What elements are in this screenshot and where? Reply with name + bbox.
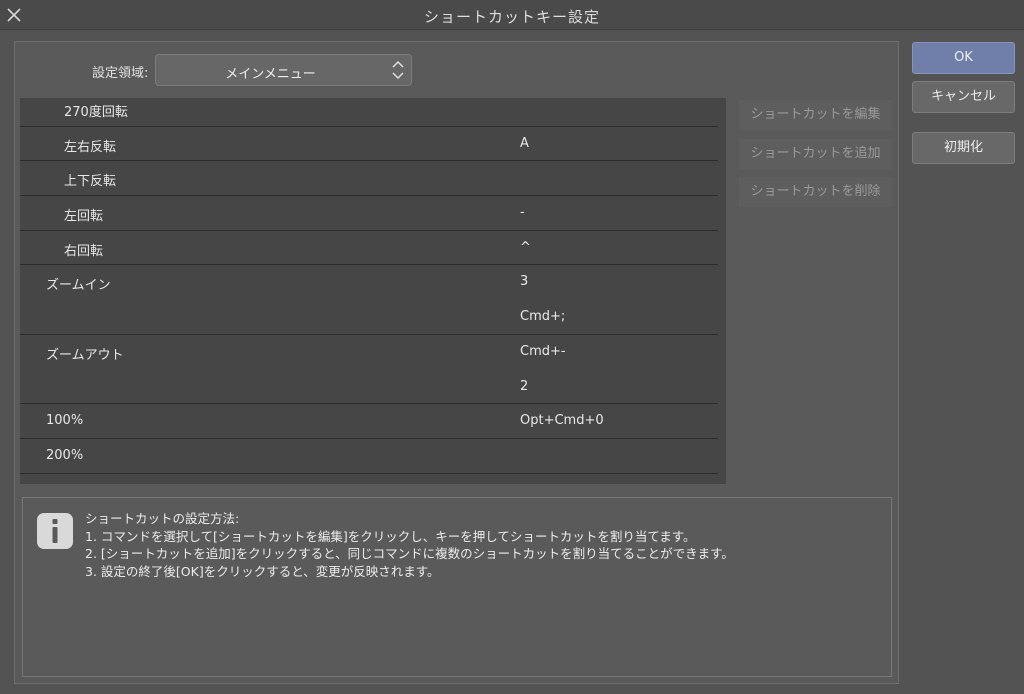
help-line: 3. 設定の終了後[OK]をクリックすると、変更が反映されます。 [85, 563, 440, 579]
cancel-button[interactable]: キャンセル [912, 81, 1015, 113]
ok-button[interactable]: OK [912, 42, 1015, 74]
info-icon [37, 513, 73, 549]
edit-shortcut-button[interactable]: ショートカットを編集 [739, 100, 892, 130]
table-row[interactable]: 左回転 - [20, 196, 718, 231]
command-name: 全体表示 [46, 483, 98, 484]
command-name: 270度回転 [64, 105, 128, 120]
table-row[interactable]: Cmd+; [20, 300, 718, 335]
shortcut-list[interactable]: 270度回転 左右反転 A 上下反転左回転 - 右回転 ^ ズームイン 3 Cmd+; ズームアウト… [20, 98, 726, 484]
table-row[interactable]: 右回転 ^ [20, 231, 718, 266]
command-name: 左回転 [64, 209, 104, 225]
shortcut-key: Cmd+; [520, 309, 566, 325]
reset-button[interactable]: 初期化 [912, 132, 1015, 164]
command-name: ズームアウト [46, 347, 124, 363]
command-name: 200% [46, 447, 84, 463]
shortcut-key: Cmd+- [520, 343, 566, 359]
table-row[interactable]: 270度回転 [20, 98, 718, 127]
window-title: ショートカットキー設定 [423, 8, 600, 26]
command-name: 左右反転 [64, 139, 117, 155]
shortcut-key: 2 [520, 378, 529, 394]
help-line: ショートカットの設定方法: [85, 511, 240, 526]
shortcut-key: Opt+Cmd+0 [520, 413, 604, 429]
command-name: 上下反転 [64, 174, 117, 190]
table-row[interactable]: 100% Opt+Cmd+0 [20, 404, 718, 439]
table-row[interactable]: 200% [20, 439, 718, 474]
table-row[interactable]: 上下反転 [20, 161, 718, 197]
title-bar: ショートカットキー設定 [0, 0, 1024, 30]
shortcut-key: 3 [520, 274, 529, 290]
updown-arrows-icon [391, 58, 405, 82]
shortcut-key: - [520, 205, 525, 221]
command-name: 右回転 [64, 243, 104, 259]
shortcut-key: ^ [520, 239, 531, 255]
help-line: 2. [ショートカットを追加]をクリックすると、同じコマンドに複数のショートカッ… [85, 546, 734, 561]
area-select-value: メインメニュー [225, 67, 316, 82]
table-row[interactable]: ズームアウト Cmd+- [20, 335, 718, 370]
area-select[interactable]: メインメニュー [155, 54, 412, 86]
shortcut-key: Cmd+0 [520, 483, 569, 484]
add-shortcut-button[interactable]: ショートカットを追加 [739, 139, 892, 169]
shortcut-key: A [520, 135, 529, 151]
area-label: 設定領域: [92, 66, 149, 81]
delete-shortcut-button[interactable]: ショートカットを削除 [739, 177, 892, 207]
command-name: ズームイン [46, 278, 111, 294]
table-row[interactable]: ズームイン 3 [20, 265, 718, 300]
help-text: ショートカットの設定方法: 1. コマンドを選択して[ショートカットを編集]をク… [85, 510, 734, 580]
help-line: 1. コマンドを選択して[ショートカットを編集]をクリックし、キーを押してショー… [85, 528, 696, 544]
help-box: ショートカットの設定方法: 1. コマンドを選択して[ショートカットを編集]をク… [22, 497, 892, 677]
table-row[interactable]: 左右反転 A [20, 127, 718, 162]
table-row[interactable]: 全体表示 Cmd+0 [20, 474, 718, 484]
table-row[interactable]: 2 [20, 370, 718, 405]
shortcut-list-rows: 270度回転 左右反転 A 上下反転左回転 - 右回転 ^ ズームイン 3 Cmd+; ズームアウト… [20, 98, 718, 484]
command-name: 100% [46, 413, 84, 429]
